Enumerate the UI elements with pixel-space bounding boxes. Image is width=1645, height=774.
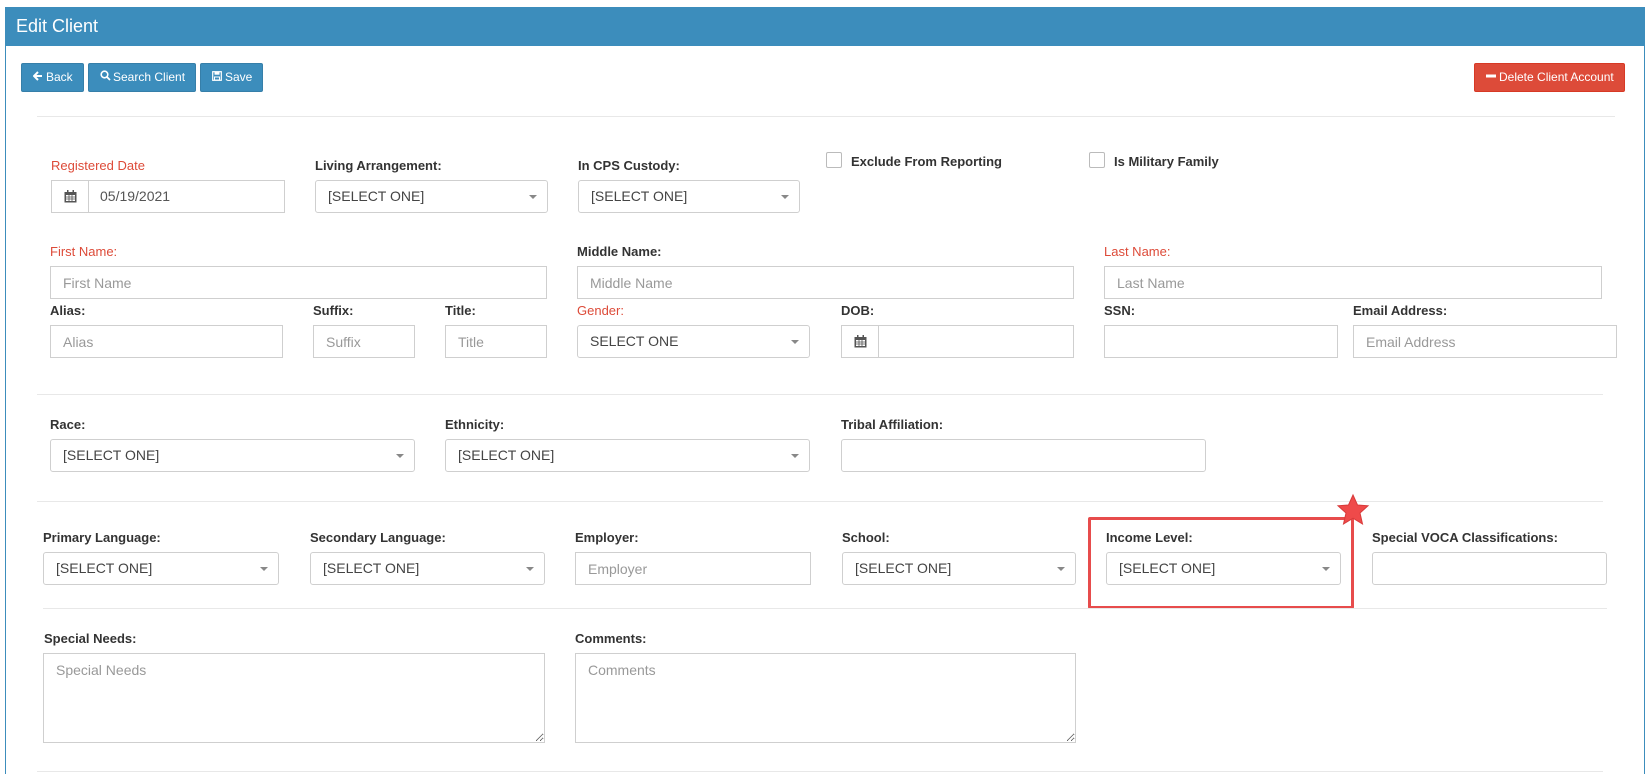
middle-name-label: Middle Name: [577, 244, 662, 259]
chevron-down-icon [529, 195, 537, 199]
dob-label: DOB: [841, 303, 875, 318]
cps-custody-label: In CPS Custody: [578, 158, 680, 173]
highlight-box [1088, 517, 1354, 609]
suffix-input[interactable] [313, 325, 415, 358]
chevron-down-icon [260, 567, 268, 571]
special-needs-label: Special Needs: [44, 631, 137, 646]
page-title: Edit Client [6, 7, 1644, 46]
tribal-affiliation-label: Tribal Affiliation: [841, 417, 944, 432]
school-label: School: [842, 530, 890, 545]
alias-input[interactable] [50, 325, 283, 358]
chevron-down-icon [781, 195, 789, 199]
first-name-label: First Name: [50, 244, 118, 259]
primary-language-label: Primary Language: [43, 530, 161, 545]
first-name-input[interactable] [50, 266, 547, 299]
gender-label: Gender: [577, 303, 624, 318]
divider [37, 116, 1615, 117]
title-input[interactable] [445, 325, 547, 358]
gender-select[interactable]: SELECT ONE [577, 325, 810, 358]
school-value: [SELECT ONE] [855, 560, 952, 576]
secondary-language-label: Secondary Language: [310, 530, 446, 545]
arrow-left-icon [32, 65, 44, 92]
delete-client-account-label: Delete Client Account [1499, 70, 1614, 84]
cps-custody-select[interactable]: [SELECT ONE] [578, 180, 800, 213]
tribal-affiliation-input[interactable] [841, 439, 1206, 472]
last-name-input[interactable] [1104, 266, 1602, 299]
race-select[interactable]: [SELECT ONE] [50, 439, 415, 472]
primary-language-select[interactable]: [SELECT ONE] [43, 552, 279, 585]
calendar-icon[interactable] [842, 326, 879, 357]
special-voca-classifications-input[interactable] [1372, 552, 1607, 585]
comments-label: Comments: [575, 631, 647, 646]
chevron-down-icon [1057, 567, 1065, 571]
registered-date-value: 05/19/2021 [100, 188, 171, 204]
search-client-button-label: Search Client [113, 70, 186, 84]
exclude-from-reporting-label: Exclude From Reporting [851, 154, 1002, 169]
divider [37, 771, 1603, 772]
minus-icon [1485, 65, 1497, 92]
registered-date-label: Registered Date [51, 158, 145, 173]
delete-client-account-button[interactable]: Delete Client Account [1474, 63, 1625, 92]
suffix-label: Suffix: [313, 303, 354, 318]
race-value: [SELECT ONE] [63, 447, 160, 463]
primary-language-value: [SELECT ONE] [56, 560, 153, 576]
special-needs-textarea[interactable] [43, 653, 545, 743]
employer-label: Employer: [575, 530, 639, 545]
ssn-label: SSN: [1104, 303, 1136, 318]
floppy-disk-icon [211, 65, 223, 92]
chevron-down-icon [396, 454, 404, 458]
last-name-label: Last Name: [1104, 244, 1171, 259]
calendar-icon[interactable] [52, 181, 89, 212]
employer-input[interactable] [575, 552, 811, 585]
star-icon [1336, 493, 1370, 526]
ethnicity-value: [SELECT ONE] [458, 447, 555, 463]
secondary-language-value: [SELECT ONE] [323, 560, 420, 576]
race-label: Race: [50, 417, 86, 432]
divider [43, 608, 1607, 609]
chevron-down-icon [791, 340, 799, 344]
save-button-label: Save [225, 70, 253, 84]
registered-date-field[interactable]: 05/19/2021 [51, 180, 285, 213]
secondary-language-select[interactable]: [SELECT ONE] [310, 552, 545, 585]
chevron-down-icon [791, 454, 799, 458]
is-military-family-label: Is Military Family [1114, 154, 1219, 169]
alias-label: Alias: [50, 303, 86, 318]
ethnicity-select[interactable]: [SELECT ONE] [445, 439, 810, 472]
exclude-from-reporting-checkbox[interactable] [826, 152, 842, 168]
living-arrangement-value: [SELECT ONE] [328, 188, 425, 204]
back-button[interactable]: Back [21, 63, 84, 92]
is-military-family-checkbox[interactable] [1089, 152, 1105, 168]
living-arrangement-label: Living Arrangement: [315, 158, 442, 173]
chevron-down-icon [526, 567, 534, 571]
dob-field[interactable] [841, 325, 1074, 358]
living-arrangement-select[interactable]: [SELECT ONE] [315, 180, 548, 213]
special-voca-classifications-label: Special VOCA Classifications: [1372, 530, 1558, 545]
cps-custody-value: [SELECT ONE] [591, 188, 688, 204]
comments-textarea[interactable] [575, 653, 1076, 743]
search-client-button[interactable]: Search Client [88, 63, 197, 92]
middle-name-input[interactable] [577, 266, 1074, 299]
email-address-label: Email Address: [1353, 303, 1448, 318]
title-label: Title: [445, 303, 476, 318]
email-address-input[interactable] [1353, 325, 1617, 358]
school-select[interactable]: [SELECT ONE] [842, 552, 1076, 585]
search-icon [99, 65, 111, 92]
save-button[interactable]: Save [200, 63, 264, 92]
divider [37, 394, 1603, 395]
ssn-input[interactable] [1104, 325, 1338, 358]
ethnicity-label: Ethnicity: [445, 417, 505, 432]
dob-value [879, 326, 1073, 357]
gender-value: SELECT ONE [590, 333, 679, 349]
back-button-label: Back [46, 70, 73, 84]
